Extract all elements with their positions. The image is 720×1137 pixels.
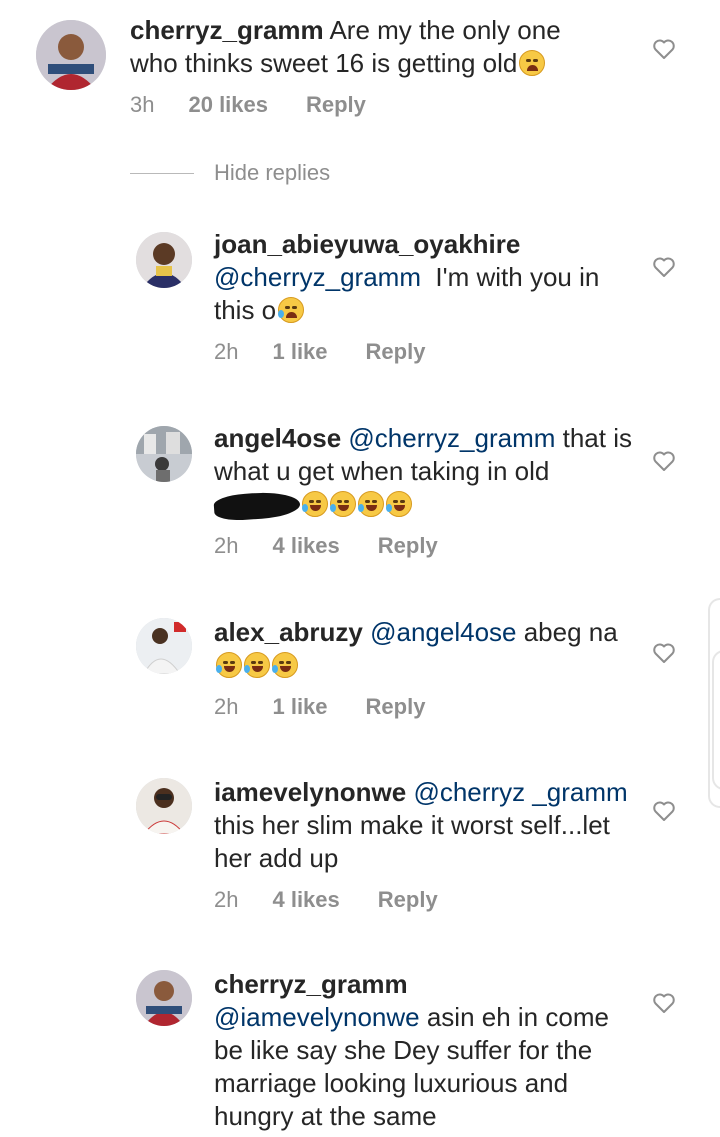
reply-text: angel4ose @cherryz_gramm that is what u … — [213, 422, 634, 522]
reply-mention[interactable]: @cherryz_gramm — [214, 262, 421, 292]
comments-screen: cherryz_gramm Are my the only one who th… — [0, 0, 720, 1137]
like-heart-icon[interactable] — [652, 800, 676, 822]
reply-meta: 2h 1 like Reply — [214, 339, 634, 365]
reply-likes[interactable]: 1 like — [272, 339, 327, 365]
like-heart-icon[interactable] — [652, 450, 676, 472]
hide-replies-label[interactable]: Hide replies — [214, 160, 330, 186]
reply-time: 2h — [214, 533, 239, 558]
rolling-laughing-face-icon — [302, 491, 328, 517]
reply-content: abeg na — [516, 617, 618, 647]
crying-face-icon — [278, 297, 305, 323]
reply-body: cherryz_gramm @iamevelynonwe asin eh in … — [214, 968, 634, 1133]
like-heart-icon[interactable] — [652, 992, 676, 1014]
hide-replies-toggle[interactable]: Hide replies — [130, 160, 330, 186]
reply-text: iamevelynonwe @cherryz _gramm this her s… — [214, 776, 634, 875]
reply-likes[interactable]: 4 likes — [272, 887, 339, 913]
reply-text: joan_abieyuwa_oyakhire @cherryz_gramm I'… — [214, 228, 634, 327]
reply-body: angel4ose @cherryz_gramm that is what u … — [213, 422, 634, 559]
comment-meta: 3h 20 likes Reply — [130, 92, 600, 118]
reply-body: joan_abieyuwa_oyakhire @cherryz_gramm I'… — [214, 228, 634, 365]
reply-mention[interactable]: @angel4ose — [370, 617, 516, 647]
reply-time: 2h — [214, 694, 239, 719]
tears-of-joy-face-icon — [272, 652, 298, 678]
tears-of-joy-face-icon — [216, 652, 242, 678]
rolling-laughing-face-icon — [358, 491, 384, 517]
reply-username[interactable]: angel4ose — [214, 423, 341, 453]
comment-likes[interactable]: 20 likes — [188, 92, 268, 118]
like-heart-icon[interactable] — [652, 256, 676, 278]
reply-button[interactable]: Reply — [366, 694, 426, 720]
rolling-laughing-face-icon — [386, 491, 412, 517]
reply-text: alex_abruzy @angel4ose abeg na — [214, 616, 634, 682]
reply-likes[interactable]: 4 likes — [272, 533, 339, 559]
reply-text: cherryz_gramm @iamevelynonwe asin eh in … — [214, 968, 634, 1133]
reply-username[interactable]: joan_abieyuwa_oyakhire — [214, 229, 520, 259]
reply-button[interactable]: Reply — [306, 92, 366, 118]
tired-face-icon — [519, 50, 546, 76]
reply-body: alex_abruzy @angel4ose abeg na 2h 1 like… — [214, 616, 634, 720]
reply-button[interactable]: Reply — [378, 887, 438, 913]
avatar[interactable] — [136, 618, 192, 674]
reply-likes[interactable]: 1 like — [272, 694, 327, 720]
reply-body: iamevelynonwe @cherryz _gramm this her s… — [214, 776, 634, 913]
reply-mention[interactable]: @cherryz _gramm — [413, 777, 627, 807]
edge-panel-handle-inner — [712, 650, 720, 790]
rolling-laughing-face-icon — [330, 491, 356, 517]
reply-username[interactable]: alex_abruzy — [214, 617, 363, 647]
avatar[interactable] — [36, 20, 106, 90]
reply-meta: 2h 1 like Reply — [214, 694, 634, 720]
reply-meta: 2h 4 likes Reply — [214, 887, 634, 913]
comment-time: 3h — [130, 92, 155, 117]
avatar[interactable] — [136, 232, 192, 288]
divider-line — [130, 172, 194, 174]
comment-username[interactable]: cherryz_gramm — [130, 15, 324, 45]
reply-button[interactable]: Reply — [366, 339, 426, 365]
like-heart-icon[interactable] — [652, 642, 676, 664]
redaction-scribble — [213, 490, 301, 522]
avatar[interactable] — [136, 970, 192, 1026]
reply-button[interactable]: Reply — [378, 533, 438, 559]
like-heart-icon[interactable] — [652, 38, 676, 60]
reply-time: 2h — [214, 339, 239, 364]
comment-text: cherryz_gramm Are my the only one who th… — [130, 14, 600, 80]
avatar[interactable] — [136, 778, 192, 834]
reply-mention[interactable]: @iamevelynonwe — [214, 1002, 420, 1032]
comment-body: cherryz_gramm Are my the only one who th… — [130, 14, 600, 118]
tears-of-joy-face-icon — [244, 652, 270, 678]
reply-username[interactable]: iamevelynonwe — [214, 777, 406, 807]
reply-time: 2h — [214, 887, 239, 912]
reply-mention[interactable]: @cherryz_gramm — [348, 423, 555, 453]
reply-username[interactable]: cherryz_gramm — [214, 969, 408, 999]
reply-meta: 2h 4 likes Reply — [214, 533, 634, 559]
avatar[interactable] — [136, 426, 192, 482]
